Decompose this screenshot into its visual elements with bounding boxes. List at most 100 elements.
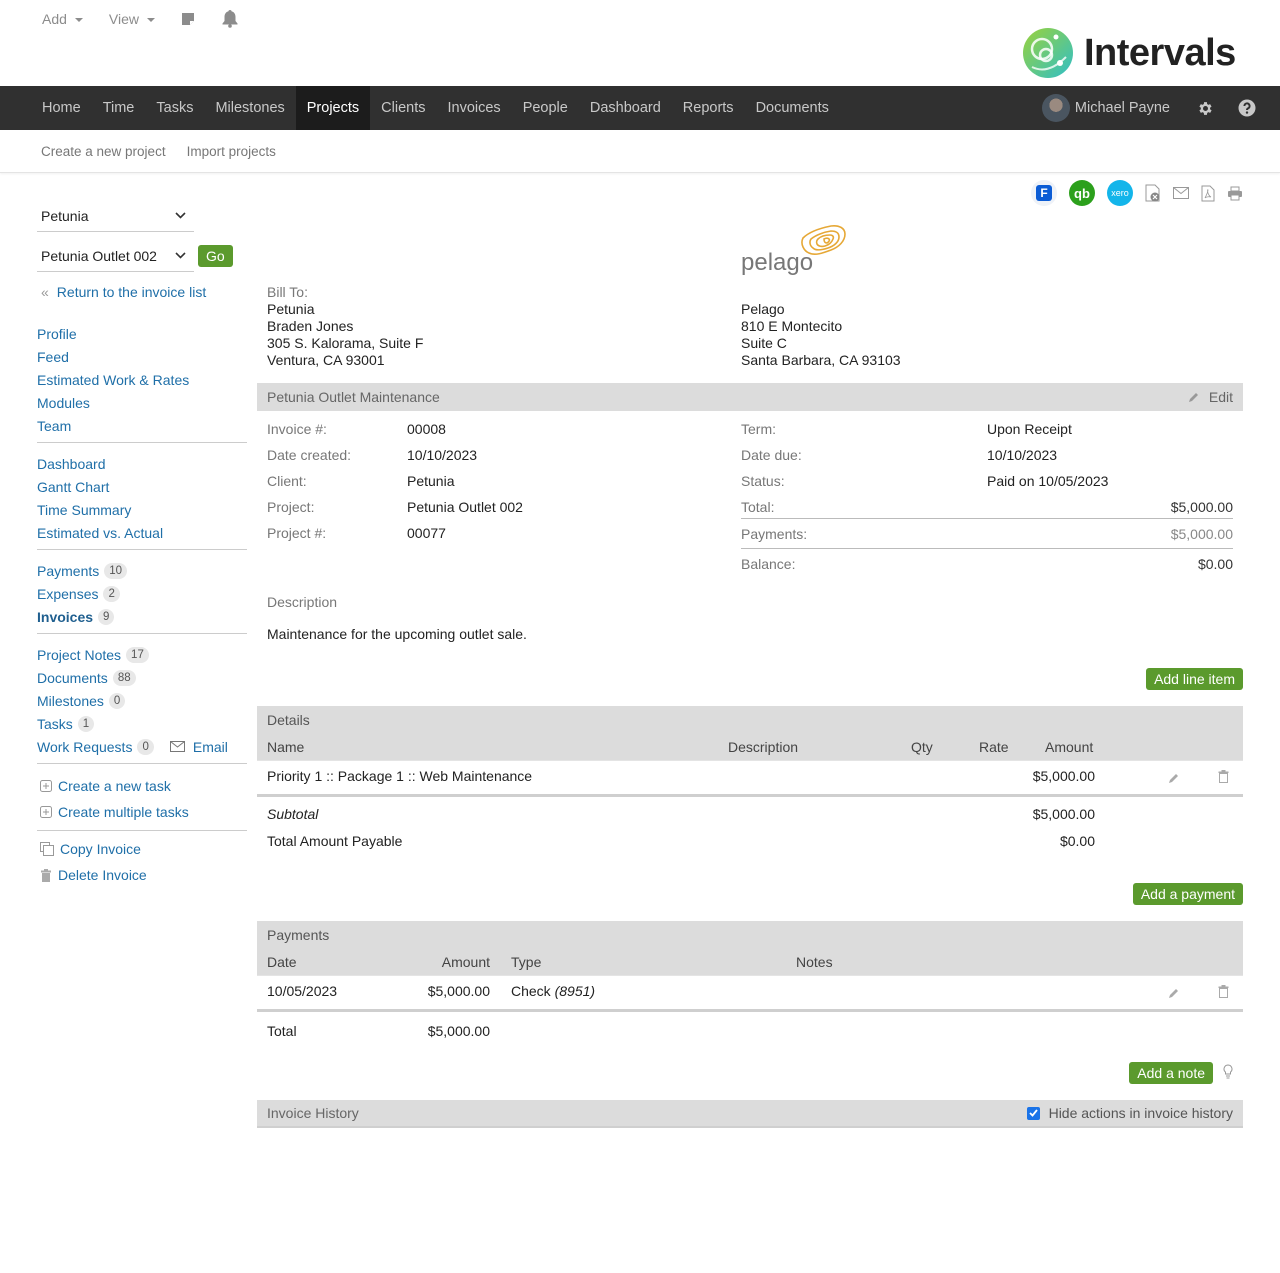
create-task-link[interactable]: Create a new task bbox=[37, 773, 247, 799]
create-task-label[interactable]: Create a new task bbox=[58, 778, 171, 794]
add-note-button[interactable]: Add a note bbox=[1129, 1062, 1213, 1084]
pencil-icon[interactable] bbox=[1168, 986, 1180, 1002]
sidebar-item-dashboard[interactable]: Dashboard bbox=[37, 456, 106, 472]
nav-tasks[interactable]: Tasks bbox=[145, 86, 204, 130]
sidebar-item-payments[interactable]: Payments bbox=[37, 563, 99, 579]
payments-table: Payments Date Amount Type Notes 10/05/20… bbox=[257, 921, 1243, 1044]
trash-icon[interactable] bbox=[1218, 770, 1229, 786]
sidebar-item-estimated-vs-actual[interactable]: Estimated vs. Actual bbox=[37, 525, 163, 541]
sidebar-item-tasks[interactable]: Tasks bbox=[37, 716, 73, 732]
pdf-icon[interactable] bbox=[1201, 185, 1215, 202]
bell-icon[interactable] bbox=[221, 9, 239, 28]
sidebar-item-documents[interactable]: Documents bbox=[37, 670, 108, 686]
invoice-number: 00008 bbox=[407, 421, 446, 437]
project-select[interactable]: Petunia Outlet 002 bbox=[37, 240, 194, 272]
column-header-rate: Rate bbox=[979, 739, 1009, 755]
help-icon[interactable] bbox=[1238, 99, 1256, 117]
sidebar-item-feed[interactable]: Feed bbox=[37, 349, 69, 365]
nav-milestones[interactable]: Milestones bbox=[204, 86, 295, 130]
quickbooks-icon[interactable]: qb bbox=[1069, 180, 1095, 206]
copy-invoice-link[interactable]: Copy Invoice bbox=[37, 836, 247, 862]
nav-dashboard[interactable]: Dashboard bbox=[579, 86, 672, 130]
column-header-description: Description bbox=[728, 739, 799, 755]
nav-documents[interactable]: Documents bbox=[745, 86, 840, 130]
from-address: Pelago 810 E Montecito Suite C Santa Bar… bbox=[741, 301, 901, 369]
invoice-history-bar: Invoice History Hide actions in invoice … bbox=[257, 1100, 1243, 1128]
edit-invoice-button[interactable]: Edit bbox=[1188, 389, 1233, 405]
delete-invoice-link[interactable]: Delete Invoice bbox=[37, 862, 247, 888]
email-link[interactable]: Email bbox=[169, 739, 228, 755]
brand-name: Intervals bbox=[1084, 31, 1236, 74]
nav-projects[interactable]: Projects bbox=[295, 86, 371, 130]
avatar[interactable] bbox=[1041, 94, 1070, 122]
freshbooks-icon[interactable]: F bbox=[1031, 180, 1057, 206]
sidebar-item-project-notes[interactable]: Project Notes bbox=[37, 647, 121, 663]
sidebar-item-milestones[interactable]: Milestones bbox=[37, 693, 104, 709]
sidebar-item-team[interactable]: Team bbox=[37, 418, 71, 434]
hide-actions-checkbox[interactable] bbox=[1026, 1106, 1040, 1120]
nav-time[interactable]: Time bbox=[92, 86, 146, 130]
payments-total-row: Total $5,000.00 bbox=[257, 1017, 1243, 1044]
payment-type: Check (8951) bbox=[511, 983, 595, 999]
line-item-name: Priority 1 :: Package 1 :: Web Maintenan… bbox=[267, 768, 533, 784]
chevron-down-icon bbox=[175, 212, 186, 219]
add-menu[interactable]: Add bbox=[42, 11, 83, 27]
pencil-icon[interactable] bbox=[1168, 771, 1180, 787]
caret-down-icon bbox=[147, 17, 156, 22]
payments-total-value: $5,000.00 bbox=[427, 1023, 490, 1039]
count-badge: 0 bbox=[108, 692, 126, 709]
view-menu[interactable]: View bbox=[109, 11, 156, 27]
column-header-amount: Amount bbox=[1045, 739, 1094, 755]
print-icon[interactable] bbox=[1227, 186, 1243, 201]
add-line-item-button[interactable]: Add line item bbox=[1146, 668, 1243, 690]
line-item-amount: $5,000.00 bbox=[1032, 768, 1095, 784]
subtotal-value: $5,000.00 bbox=[1032, 806, 1095, 822]
xero-icon[interactable]: xero bbox=[1107, 180, 1133, 206]
return-to-invoice-list-link[interactable]: Return to the invoice list bbox=[57, 284, 206, 300]
nav-invoices[interactable]: Invoices bbox=[436, 86, 511, 130]
pencil-icon bbox=[1188, 393, 1198, 402]
nav-home[interactable]: Home bbox=[31, 86, 92, 130]
nav-reports[interactable]: Reports bbox=[672, 86, 745, 130]
sidebar-item-profile[interactable]: Profile bbox=[37, 326, 77, 342]
details-caption: Details bbox=[267, 711, 310, 728]
sidebar-item-time-summary[interactable]: Time Summary bbox=[37, 502, 131, 518]
copy-invoice-label[interactable]: Copy Invoice bbox=[60, 841, 141, 857]
column-header-name: Name bbox=[267, 739, 305, 755]
checkmark-icon bbox=[1028, 1109, 1038, 1117]
sidebar-item-invoices[interactable]: Invoices bbox=[37, 609, 93, 625]
sidebar-item-expenses[interactable]: Expenses bbox=[37, 586, 98, 602]
sidebar-item-gantt-chart[interactable]: Gantt Chart bbox=[37, 479, 109, 495]
status-value: Paid on 10/05/2023 bbox=[987, 473, 1109, 489]
email-icon[interactable] bbox=[1173, 187, 1189, 199]
delete-invoice-label[interactable]: Delete Invoice bbox=[58, 867, 147, 883]
go-button[interactable]: Go bbox=[198, 245, 233, 267]
company-logo-text: pelago bbox=[741, 249, 813, 276]
lightbulb-icon[interactable] bbox=[1223, 1064, 1233, 1082]
add-payment-button[interactable]: Add a payment bbox=[1132, 883, 1243, 905]
hide-actions-toggle[interactable]: Hide actions in invoice history bbox=[1026, 1105, 1233, 1121]
sidebar-item-work-requests[interactable]: Work Requests bbox=[37, 739, 132, 755]
count-badge: 10 bbox=[104, 562, 128, 579]
import-projects-link[interactable]: Import projects bbox=[187, 144, 276, 159]
sidebar-item-estimated-work[interactable]: Estimated Work & Rates bbox=[37, 372, 189, 388]
gear-icon[interactable] bbox=[1196, 99, 1214, 117]
create-multiple-tasks-link[interactable]: Create multiple tasks bbox=[37, 799, 247, 825]
count-badge: 0 bbox=[137, 738, 154, 755]
create-project-link[interactable]: Create a new project bbox=[41, 144, 166, 159]
client-select[interactable]: Petunia bbox=[37, 200, 194, 232]
sidebar-item-modules[interactable]: Modules bbox=[37, 395, 90, 411]
payment-reference: (8951) bbox=[554, 983, 596, 999]
field-label: Term: bbox=[741, 421, 776, 437]
nav-people[interactable]: People bbox=[512, 86, 579, 130]
user-name[interactable]: Michael Payne bbox=[1075, 100, 1170, 116]
create-multiple-tasks-label[interactable]: Create multiple tasks bbox=[58, 804, 189, 820]
total-payable-row: Total Amount Payable $0.00 bbox=[257, 827, 1243, 854]
sticky-note-icon[interactable] bbox=[181, 12, 195, 26]
edit-label: Edit bbox=[1208, 389, 1233, 405]
sidebar: Petunia Petunia Outlet 002 Go « Return t… bbox=[37, 200, 247, 888]
excel-export-icon[interactable] bbox=[1145, 184, 1161, 202]
nav-clients[interactable]: Clients bbox=[370, 86, 436, 130]
trash-icon[interactable] bbox=[1218, 985, 1229, 1001]
intervals-logo[interactable]: Intervals bbox=[1022, 27, 1236, 79]
